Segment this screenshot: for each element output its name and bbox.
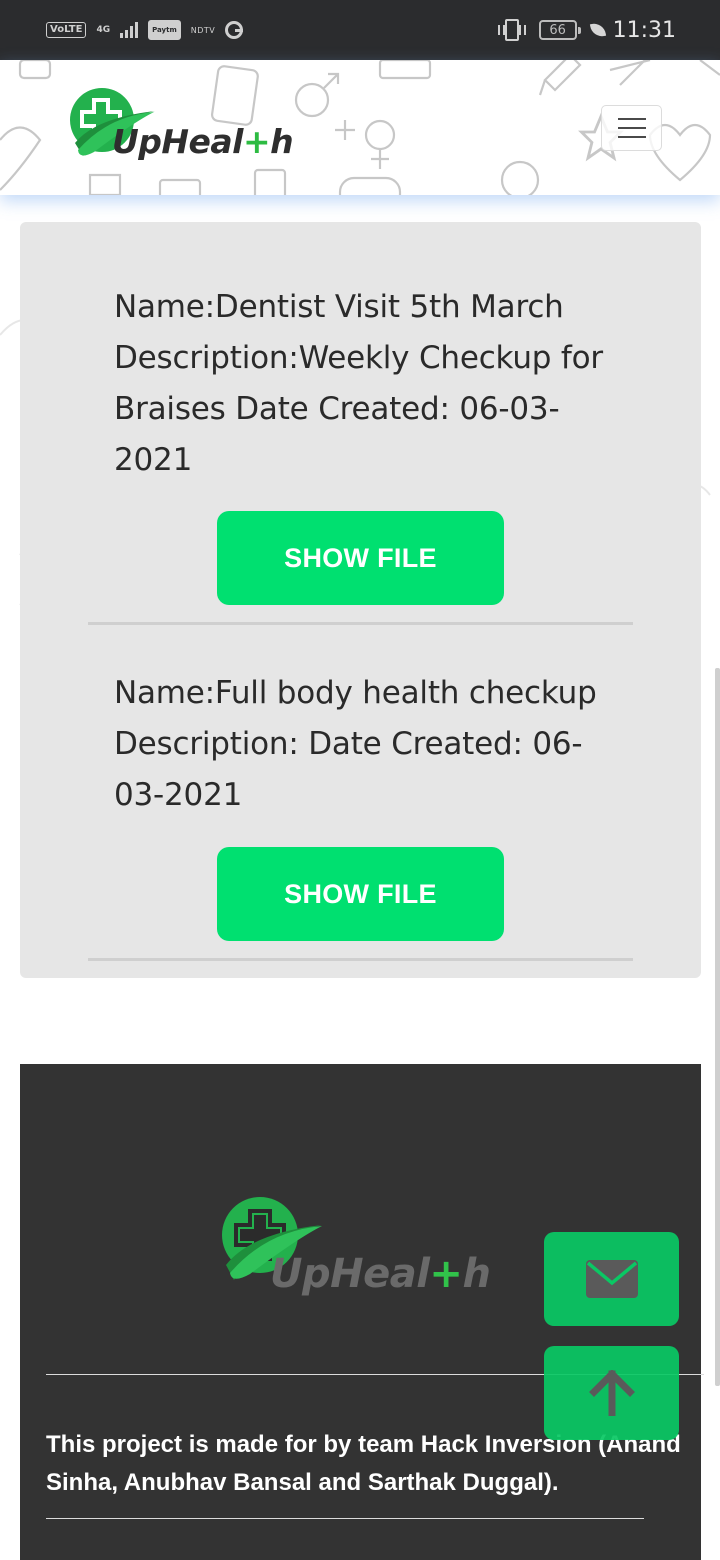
record-details: Name:Dentist Visit 5th March Description… — [114, 289, 603, 478]
record-details: Name:Full body health checkup Descriptio… — [114, 675, 597, 813]
contact-mail-button[interactable] — [544, 1232, 679, 1326]
divider — [88, 622, 633, 625]
google-notification-icon — [225, 21, 244, 39]
footer-divider — [46, 1518, 644, 1519]
paytm-notification-icon: Paytm — [148, 20, 181, 40]
hamburger-icon-bar — [617, 136, 646, 138]
divider — [88, 958, 633, 961]
battery-level: 66 — [549, 22, 566, 38]
app-header: UpHeal+h — [0, 60, 720, 195]
network-type: 4G — [96, 24, 111, 35]
ndtv-notification-icon: NDTV — [190, 25, 216, 35]
menu-toggle-button[interactable] — [601, 105, 662, 151]
scrollbar[interactable] — [715, 668, 720, 1386]
status-left: VoLTE 4G Paytm NDTV — [46, 20, 244, 40]
footer-logo-text: UpHeal+h — [270, 1251, 491, 1297]
signal-icon — [120, 22, 139, 38]
battery-icon: 66 — [538, 20, 581, 40]
footer-logo[interactable]: UpHeal+h — [220, 1197, 510, 1307]
app-logo[interactable]: UpHeal+h — [70, 88, 310, 178]
status-bar: VoLTE 4G Paytm NDTV 66 11:31 — [0, 0, 720, 60]
scroll-to-top-button[interactable] — [544, 1346, 679, 1440]
logo-text: UpHeal+h — [112, 122, 294, 161]
records-card: Name:Dentist Visit 5th March Description… — [20, 222, 701, 978]
status-right: 66 11:31 — [497, 17, 676, 43]
volte-indicator: VoLTE — [46, 22, 87, 38]
hamburger-icon-bar — [617, 127, 646, 129]
show-file-button[interactable]: SHOW FILE — [217, 511, 504, 605]
envelope-icon — [585, 1260, 638, 1298]
battery-saver-icon — [589, 21, 606, 39]
show-file-button[interactable]: SHOW FILE — [217, 847, 504, 941]
arrow-up-icon — [588, 1370, 635, 1416]
hamburger-icon-bar — [617, 118, 646, 120]
vibrate-icon — [497, 19, 526, 41]
clock: 11:31 — [612, 17, 676, 43]
